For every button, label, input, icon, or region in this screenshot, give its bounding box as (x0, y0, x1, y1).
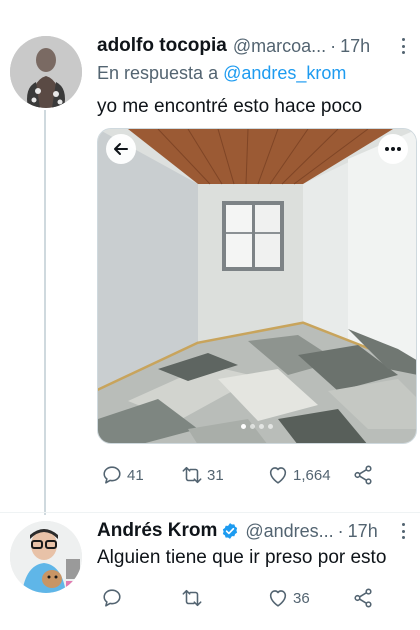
timestamp[interactable]: 17h (340, 36, 370, 57)
heart-icon (269, 590, 287, 607)
avatar[interactable] (10, 36, 82, 108)
carousel-dot[interactable] (268, 424, 273, 429)
reply-button[interactable] (101, 587, 127, 609)
reply-button[interactable]: 41 (101, 464, 144, 486)
back-arrow-icon[interactable] (106, 134, 136, 164)
tweet-actions: 41 31 1,664 (97, 462, 387, 490)
separator-dot: · (337, 520, 344, 541)
carousel-indicator (241, 424, 273, 429)
user-handle[interactable]: @marcoa... (233, 36, 326, 57)
retweet-button[interactable]: 31 (181, 464, 224, 486)
display-name[interactable]: adolfo tocopia (97, 35, 227, 57)
tweet-header: adolfo tocopia @marcoa... · 17h (97, 34, 412, 58)
more-options-icon[interactable] (396, 36, 410, 56)
share-icon (354, 465, 372, 485)
retweet-button[interactable] (181, 587, 207, 609)
like-count: 36 (293, 589, 310, 607)
tweet-actions: 36 (97, 585, 387, 613)
tweet-header: Andrés Krom @andres... · 17h (97, 519, 412, 543)
separator-dot: · (330, 35, 337, 56)
verified-badge-icon (221, 522, 239, 540)
tweet-text: Alguien tiene que ir preso por esto (97, 547, 387, 568)
more-options-icon[interactable] (396, 521, 410, 541)
tweet-media-photo[interactable] (97, 128, 417, 444)
timestamp[interactable]: 17h (348, 521, 378, 542)
carousel-dot-active[interactable] (241, 424, 246, 429)
display-name[interactable]: Andrés Krom (97, 520, 217, 542)
carousel-dot[interactable] (259, 424, 264, 429)
share-icon (354, 588, 372, 608)
avatar[interactable] (10, 521, 82, 593)
user-handle[interactable]: @andres... (245, 521, 333, 542)
reply-count: 41 (127, 466, 144, 484)
tweet-text: yo me encontré esto hace poco (97, 96, 363, 117)
retweet-icon (182, 466, 202, 484)
reply-prefix: En respuesta a (97, 63, 219, 83)
like-count: 1,664 (293, 466, 331, 484)
heart-icon (269, 467, 287, 484)
share-button[interactable] (352, 587, 374, 609)
tweet-reply-adolfo[interactable]: adolfo tocopia @marcoa... · 17h En respu… (0, 0, 420, 512)
carousel-dot[interactable] (250, 424, 255, 429)
retweet-icon (182, 589, 202, 607)
reply-mention-link[interactable]: @andres_krom (223, 63, 346, 83)
share-button[interactable] (352, 464, 374, 486)
reply-icon (103, 589, 121, 607)
ellipsis-icon[interactable] (378, 134, 408, 164)
retweet-count: 31 (207, 466, 224, 484)
reply-context: En respuesta a @andres_krom (97, 63, 346, 84)
reply-icon (103, 466, 121, 484)
tweet-reply-andres[interactable]: Andrés Krom @andres... · 17h Alguien tie… (0, 512, 420, 630)
room-photo (98, 129, 416, 443)
like-button[interactable]: 1,664 (267, 464, 331, 486)
like-button[interactable]: 36 (267, 587, 310, 609)
